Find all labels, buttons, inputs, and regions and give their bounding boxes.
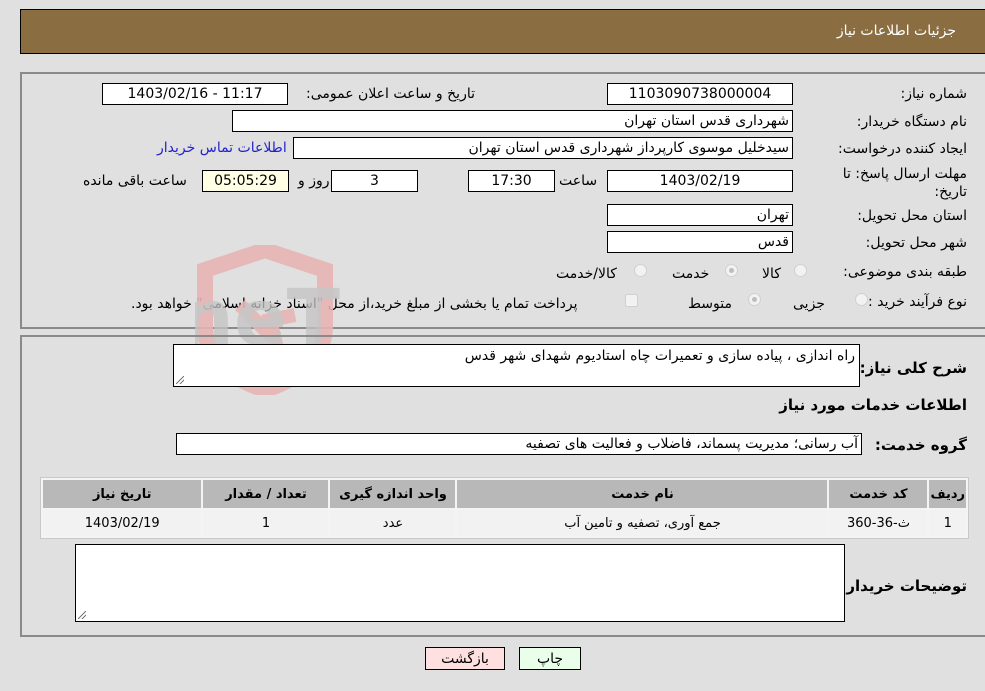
- need-number-label: شماره نیاز:: [900, 86, 968, 102]
- buyer-notes-label: توضیحات خریدار:: [840, 577, 967, 595]
- purchase-option-minor: جزیی: [793, 296, 825, 312]
- service-group-label: گروه خدمت:: [874, 436, 967, 454]
- delivery-province-label: استان محل تحویل:: [857, 208, 967, 224]
- buyer-org-label: نام دستگاه خریدار:: [856, 114, 967, 130]
- deadline-time-label: ساعت: [559, 173, 598, 189]
- back-button[interactable]: بازگشت: [425, 647, 505, 670]
- cell-service-code: ث-36-360: [829, 510, 928, 536]
- cell-unit: عدد: [330, 510, 456, 536]
- deadline-time-field: 17:30: [468, 170, 555, 192]
- deadline-date-field: 1403/02/19: [607, 170, 793, 192]
- need-number-field: 1103090738000004: [607, 83, 793, 105]
- category-radio-goods-service[interactable]: [634, 264, 647, 277]
- category-option-goods-service: کالا/خدمت: [556, 266, 617, 282]
- category-label: طبقه بندی موضوعی:: [843, 264, 967, 280]
- treasury-note: پرداخت تمام یا بخشی از مبلغ خرید،از محل …: [131, 296, 578, 312]
- col-need-date: تاریخ نیاز: [43, 480, 202, 508]
- requester-field: سیدخلیل موسوی کارپرداز شهرداری قدس استان…: [293, 137, 793, 159]
- purchase-type-label: نوع فرآیند خرید :: [868, 294, 967, 310]
- buyer-notes-textarea[interactable]: [75, 544, 845, 622]
- col-unit: واحد اندازه گیری: [330, 480, 456, 508]
- cell-service-name: جمع آوری، تصفیه و تامین آب: [457, 510, 828, 536]
- services-heading: اطلاعات خدمات مورد نیاز: [779, 396, 967, 414]
- summary-label: شرح کلی نیاز:: [859, 359, 967, 377]
- col-service-code: کد خدمت: [829, 480, 928, 508]
- table-row: 1 ث-36-360 جمع آوری، تصفیه و تامین آب عد…: [43, 510, 966, 536]
- announce-datetime-value: 1403/02/16 - 11:17: [127, 86, 263, 102]
- col-row-number: ردیف: [929, 480, 966, 508]
- cell-row-number: 1: [929, 510, 966, 536]
- purchase-radio-medium[interactable]: [748, 293, 761, 306]
- resize-handle-icon[interactable]: [78, 611, 86, 619]
- cell-need-date: 1403/02/19: [43, 510, 202, 536]
- summary-value: راه اندازی ، پیاده سازی و تعمیرات چاه اس…: [464, 348, 855, 364]
- remaining-time-field: 05:05:29: [202, 170, 289, 192]
- table-header-row: ردیف کد خدمت نام خدمت واحد اندازه گیری ت…: [43, 480, 966, 508]
- days-label: روز و: [298, 173, 330, 189]
- announce-datetime-field: 1403/02/16 - 11:17: [102, 83, 288, 105]
- service-group-field: آب رسانی؛ مدیریت پسماند، فاضلاب و فعالیت…: [176, 433, 862, 455]
- delivery-city-label: شهر محل تحویل:: [865, 235, 967, 251]
- category-option-service: خدمت: [672, 266, 710, 282]
- col-service-name: نام خدمت: [457, 480, 828, 508]
- requester-label: ایجاد کننده درخواست:: [838, 141, 967, 157]
- category-option-goods: کالا: [762, 266, 781, 282]
- services-table: ردیف کد خدمت نام خدمت واحد اندازه گیری ت…: [40, 477, 969, 539]
- resize-handle-icon[interactable]: [176, 376, 184, 384]
- page-header: جزئیات اطلاعات نیاز: [20, 9, 985, 54]
- deadline-label: مهلت ارسال پاسخ: تا تاریخ:: [842, 166, 967, 200]
- delivery-city-field: قدس: [607, 231, 793, 253]
- page-title: جزئیات اطلاعات نیاز: [836, 23, 956, 39]
- buyer-contact-link[interactable]: اطلاعات تماس خریدار: [157, 140, 287, 156]
- buyer-org-field: شهرداری قدس استان تهران: [232, 110, 793, 132]
- print-button[interactable]: چاپ: [519, 647, 581, 670]
- announce-datetime-label: تاریخ و ساعت اعلان عمومی:: [306, 86, 475, 102]
- days-remaining-field: 3: [331, 170, 418, 192]
- col-quantity: تعداد / مقدار: [203, 480, 329, 508]
- purchase-radio-minor[interactable]: [855, 293, 868, 306]
- treasury-checkbox[interactable]: [625, 294, 638, 307]
- purchase-option-medium: متوسط: [688, 296, 732, 312]
- category-radio-goods[interactable]: [794, 264, 807, 277]
- remaining-time-label: ساعت باقی مانده: [83, 173, 187, 189]
- cell-quantity: 1: [203, 510, 329, 536]
- category-radio-service[interactable]: [725, 264, 738, 277]
- summary-textarea[interactable]: راه اندازی ، پیاده سازی و تعمیرات چاه اس…: [173, 344, 860, 387]
- delivery-province-field: تهران: [607, 204, 793, 226]
